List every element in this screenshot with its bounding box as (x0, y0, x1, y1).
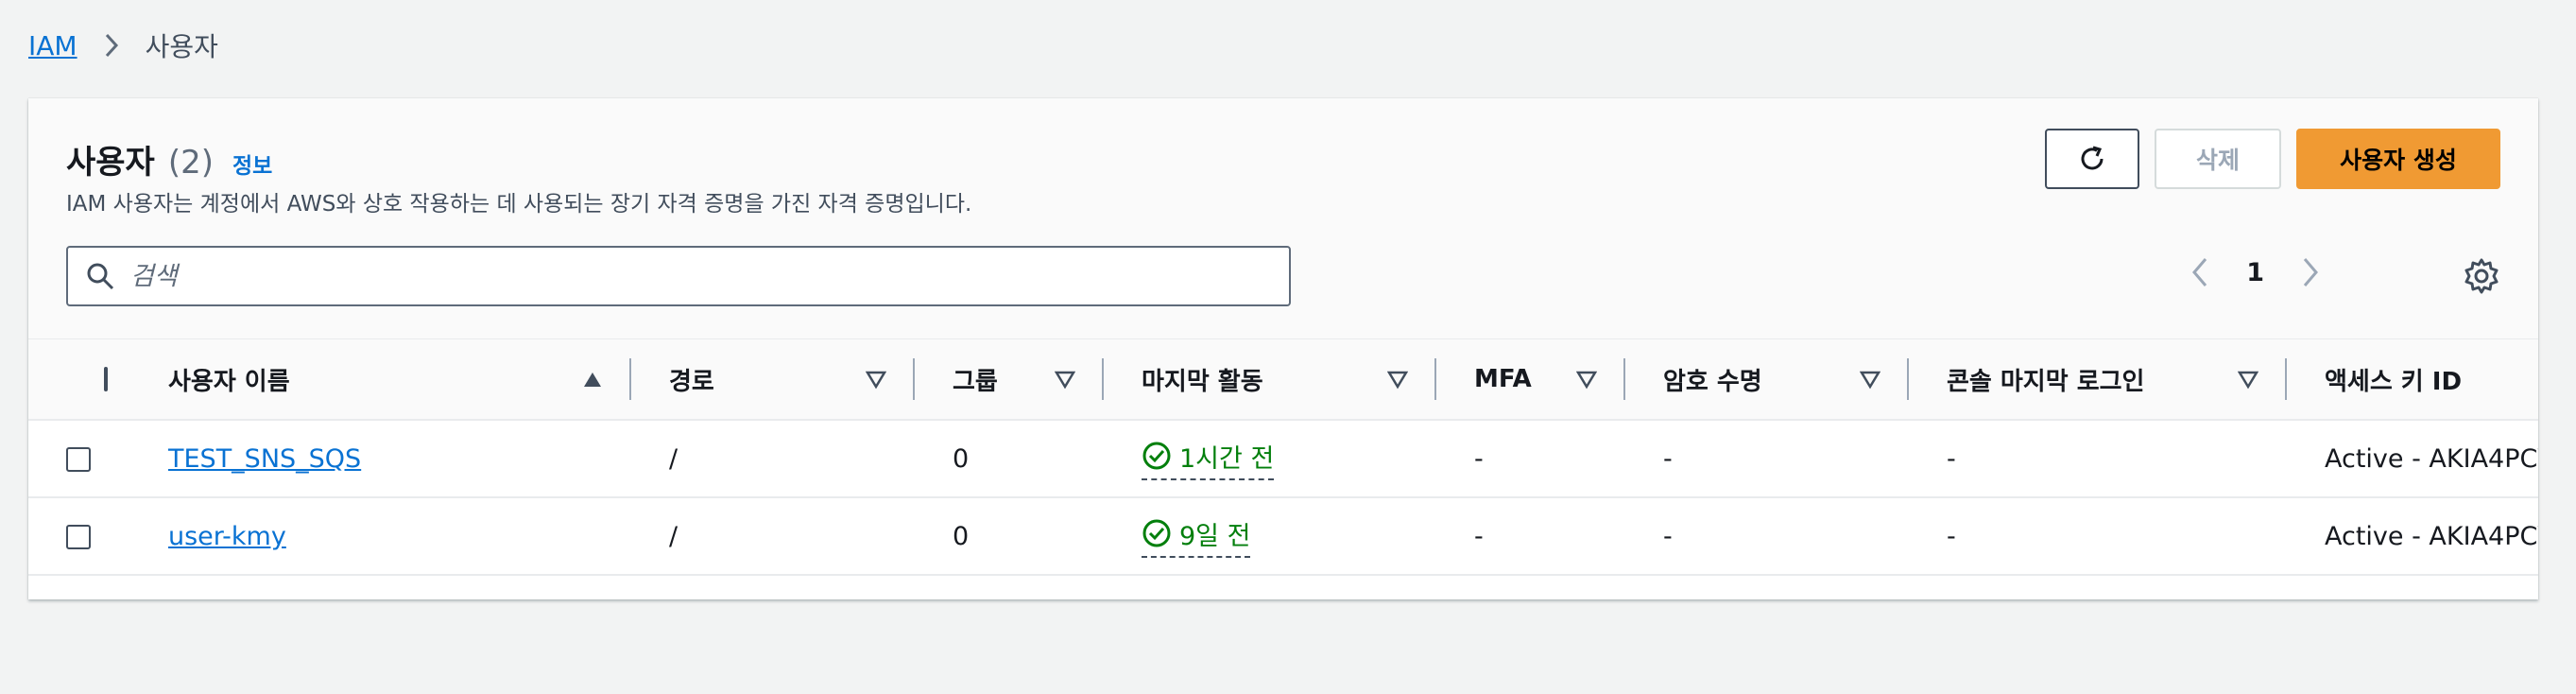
gear-icon[interactable] (2463, 257, 2500, 295)
user-count: (2) (167, 144, 215, 182)
row-select-cell (28, 497, 130, 575)
column-password-age[interactable]: 암호 수명 (1625, 339, 1909, 421)
row-checkbox[interactable] (66, 447, 91, 472)
path-cell: / (669, 443, 678, 474)
users-table: 사용자 이름 경로 그룹 마지막 활동 MFA 암호 수명 콘솔 마지막 로그인… (28, 338, 2538, 576)
select-all-header (28, 339, 130, 421)
info-link[interactable]: 정보 (232, 147, 272, 180)
column-last-activity-label: 마지막 활동 (1142, 367, 1263, 396)
delete-button[interactable]: 삭제 (2155, 129, 2281, 189)
console-last-login-cell: - (1947, 521, 1956, 551)
column-mfa-label: MFA (1474, 365, 1532, 393)
password-age-cell: - (1663, 443, 1673, 474)
refresh-icon (2081, 146, 2104, 170)
row-select-cell (28, 420, 130, 497)
column-access-key-id-label: 액세스 키 ID (2325, 367, 2463, 396)
table-row[interactable]: user-kmy / 0 9일 전 - - - Active - AKIA4PC… (28, 497, 2538, 575)
username-link[interactable]: TEST_SNS_SQS (168, 444, 361, 474)
chevron-right-icon (98, 32, 125, 59)
path-cell: / (669, 521, 678, 551)
table-header-row: 사용자 이름 경로 그룹 마지막 활동 MFA 암호 수명 콘솔 마지막 로그인… (28, 338, 2538, 421)
search-box (66, 246, 1291, 306)
success-check-icon (1142, 442, 1171, 470)
sort-icon[interactable] (1576, 369, 1597, 390)
mfa-cell: - (1474, 443, 1484, 474)
username-link[interactable]: user-kmy (168, 522, 286, 551)
success-check-icon (1142, 519, 1171, 547)
console-last-login-cell: - (1947, 443, 1956, 474)
row-checkbox[interactable] (66, 525, 91, 549)
pagination: 1 (2186, 253, 2325, 291)
card-header: 사용자 (2) 정보 IAM 사용자는 계정에서 AWS와 상호 작용하는 데 … (28, 98, 2538, 338)
last-activity-text: 1시간 전 (1179, 443, 1275, 474)
last-activity-status[interactable]: 9일 전 (1142, 515, 1251, 558)
sort-icon[interactable] (2238, 369, 2258, 390)
column-console-last-login-label: 콘솔 마지막 로그인 (1947, 367, 2145, 396)
username-cell: TEST_SNS_SQS (130, 420, 631, 497)
page-title: 사용자 (66, 144, 155, 182)
column-username-label: 사용자 이름 (168, 367, 290, 396)
column-path-label: 경로 (669, 367, 714, 396)
sort-ascending-icon[interactable] (582, 369, 603, 390)
sort-icon[interactable] (1055, 369, 1075, 390)
column-access-key-id[interactable]: 액세스 키 ID (2287, 339, 2538, 421)
next-page-icon[interactable] (2296, 253, 2325, 291)
sort-icon[interactable] (1860, 369, 1880, 390)
search-icon (87, 263, 114, 290)
groups-cell: 0 (953, 443, 970, 474)
breadcrumb-current: 사용자 (145, 31, 218, 62)
column-groups[interactable]: 그룹 (915, 339, 1104, 421)
column-username[interactable]: 사용자 이름 (130, 339, 631, 421)
column-mfa[interactable]: MFA (1436, 339, 1625, 421)
sort-icon[interactable] (866, 369, 886, 390)
column-console-last-login[interactable]: 콘솔 마지막 로그인 (1909, 339, 2287, 421)
breadcrumb: IAM 사용자 (28, 26, 218, 64)
action-buttons: 삭제 사용자 생성 (2045, 129, 2500, 189)
breadcrumb-iam-link[interactable]: IAM (28, 30, 77, 61)
column-password-age-label: 암호 수명 (1663, 367, 1762, 396)
sort-icon[interactable] (1387, 369, 1408, 390)
access-key-id-cell: Active - AKIA4PCVVH (2325, 443, 2538, 474)
page-description: IAM 사용자는 계정에서 AWS와 상호 작용하는 데 사용되는 장기 자격 … (66, 192, 972, 217)
last-activity-cell: 1시간 전 (1104, 420, 1436, 497)
previous-page-icon[interactable] (2186, 253, 2214, 291)
refresh-button[interactable] (2045, 129, 2139, 189)
last-activity-text: 9일 전 (1179, 521, 1251, 551)
search-input[interactable] (130, 261, 1264, 291)
password-age-cell: - (1663, 521, 1673, 551)
groups-cell: 0 (953, 521, 970, 551)
last-activity-status[interactable]: 1시간 전 (1142, 438, 1275, 480)
create-user-button[interactable]: 사용자 생성 (2296, 129, 2500, 189)
column-path[interactable]: 경로 (631, 339, 915, 421)
username-cell: user-kmy (130, 497, 631, 575)
table-row[interactable]: TEST_SNS_SQS / 0 1시간 전 - - - Active - AK… (28, 420, 2538, 497)
select-all-checkbox[interactable] (104, 367, 108, 391)
column-last-activity[interactable]: 마지막 활동 (1104, 339, 1436, 421)
column-groups-label: 그룹 (953, 367, 998, 396)
title-row: 사용자 (2) 정보 (66, 136, 272, 182)
users-card: 사용자 (2) 정보 IAM 사용자는 계정에서 AWS와 상호 작용하는 데 … (28, 98, 2538, 599)
mfa-cell: - (1474, 521, 1484, 551)
access-key-id-cell: Active - AKIA4PCVVH (2325, 521, 2538, 551)
current-page-number[interactable]: 1 (2246, 258, 2264, 287)
last-activity-cell: 9일 전 (1104, 497, 1436, 575)
